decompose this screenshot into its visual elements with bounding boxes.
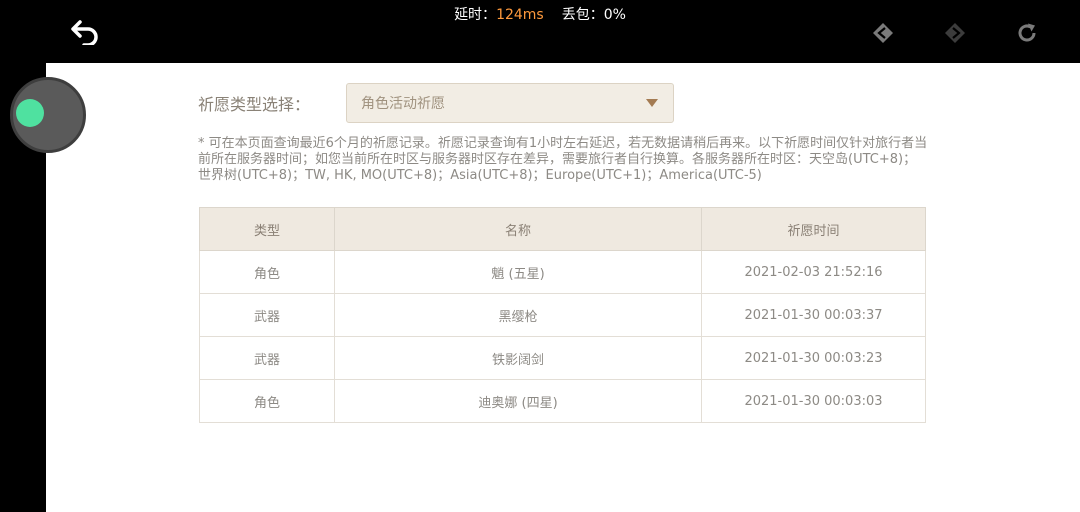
cell-time: 2021-01-30 00:03:03 <box>701 379 926 423</box>
diamond-arrow-left-icon <box>873 23 893 43</box>
cell-time: 2021-01-30 00:03:37 <box>701 293 926 337</box>
wish-type-selected: 角色活动祈愿 <box>361 96 445 112</box>
table-row: 角色 迪奥娜 (四星) 2021-01-30 00:03:03 <box>199 379 926 423</box>
cell-time: 2021-02-03 21:52:16 <box>701 250 926 294</box>
notice-text: * 可在本页面查询最近6个月的祈愿记录。祈愿记录查询有1小时左右延迟，若无数据请… <box>198 136 928 183</box>
top-bar: 延时：124ms 丢包：0% <box>0 0 1080 62</box>
cell-time: 2021-01-30 00:03:23 <box>701 336 926 380</box>
nav-forward-button[interactable] <box>940 18 970 48</box>
col-header-type: 类型 <box>199 207 335 251</box>
table-row: 武器 铁影阔剑 2021-01-30 00:03:23 <box>199 336 926 380</box>
cell-type: 武器 <box>199 293 335 337</box>
cell-name: 魈 (五星) <box>334 250 702 294</box>
table-row: 角色 魈 (五星) 2021-02-03 21:52:16 <box>199 250 926 294</box>
wish-type-label: 祈愿类型选择： <box>198 95 311 114</box>
col-header-name: 名称 <box>334 207 702 251</box>
packet-loss-label: 丢包： <box>561 7 604 23</box>
cell-type: 角色 <box>199 379 335 423</box>
wish-type-filter: 祈愿类型选择： 角色活动祈愿 <box>198 83 674 123</box>
cell-name: 铁影阔剑 <box>334 336 702 380</box>
packet-loss-value: 0% <box>603 7 626 23</box>
col-header-time: 祈愿时间 <box>701 207 926 251</box>
latency-label: 延时： <box>454 7 497 23</box>
floating-assistant-button[interactable] <box>10 77 86 153</box>
refresh-button[interactable] <box>1012 18 1042 48</box>
diamond-arrow-right-icon <box>945 23 965 43</box>
table-row: 武器 黑缨枪 2021-01-30 00:03:37 <box>199 293 926 337</box>
cell-type: 武器 <box>199 336 335 380</box>
content-area: 祈愿类型选择： 角色活动祈愿 * 可在本页面查询最近6个月的祈愿记录。祈愿记录查… <box>10 63 1080 512</box>
latency-value: 124ms <box>496 7 544 23</box>
refresh-icon <box>1018 23 1036 42</box>
status-dot-icon <box>16 99 44 127</box>
cell-name: 黑缨枪 <box>334 293 702 337</box>
cell-type: 角色 <box>199 250 335 294</box>
caret-down-icon <box>646 99 658 107</box>
table-header-row: 类型 名称 祈愿时间 <box>199 207 926 251</box>
cell-name: 迪奥娜 (四星) <box>334 379 702 423</box>
wish-type-select[interactable]: 角色活动祈愿 <box>346 83 674 123</box>
nav-back-button[interactable] <box>868 18 898 48</box>
wish-history-table: 类型 名称 祈愿时间 角色 魈 (五星) 2021-02-03 21:52:16… <box>199 207 926 423</box>
screen: 延时：124ms 丢包：0% 祈愿类型选择： 角色活动祈愿 * 可在本页面查询最… <box>0 0 1080 512</box>
browser-nav <box>868 18 1042 48</box>
